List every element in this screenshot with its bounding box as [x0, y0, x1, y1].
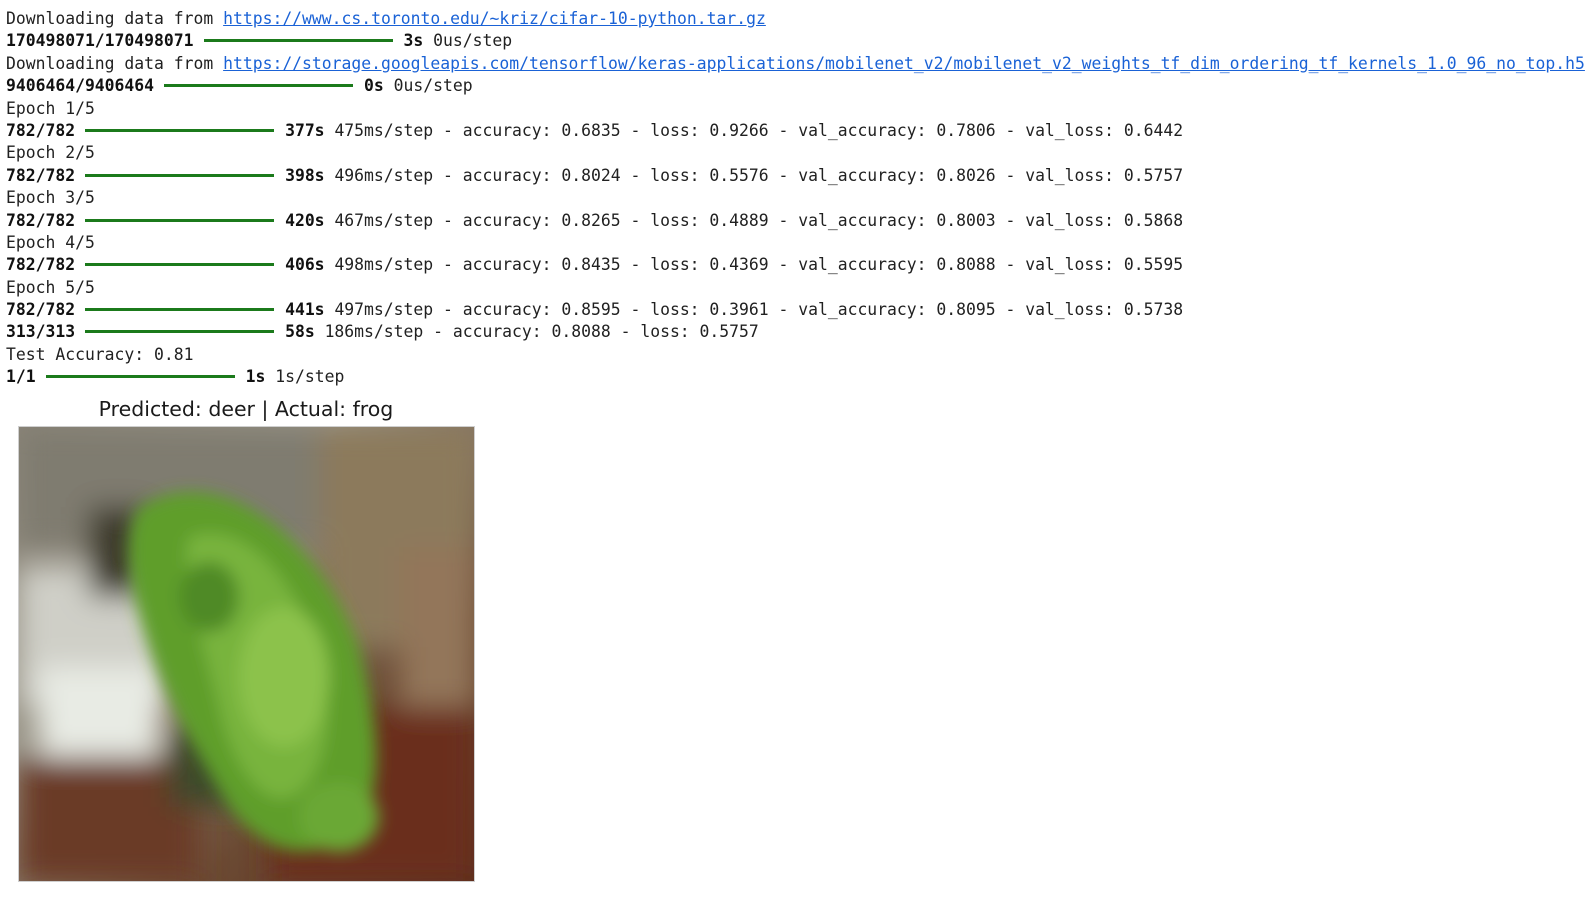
progress-count: 782/782	[6, 120, 76, 140]
progress-metrics: 186ms/step - accuracy: 0.8088 - loss: 0.…	[324, 322, 759, 342]
progress-time: 420s	[285, 210, 325, 230]
cifar-download-link[interactable]: https://www.cs.toronto.edu/~kriz/cifar-1…	[223, 9, 766, 28]
progress-bar	[203, 39, 393, 43]
progress-count: 782/782	[6, 255, 76, 275]
progress-time: 441s	[285, 300, 325, 320]
progress-bar	[85, 218, 275, 222]
progress-metrics: 496ms/step - accuracy: 0.8024 - loss: 0.…	[334, 165, 1184, 185]
progress-rest: 0us/step	[393, 76, 473, 96]
epoch-progress-line: 782/782 420s 467ms/step - accuracy: 0.826…	[6, 210, 1586, 232]
progress-metrics: 475ms/step - accuracy: 0.6835 - loss: 0.…	[334, 120, 1184, 140]
progress-time: 377s	[285, 120, 325, 140]
progress-bar	[45, 375, 235, 379]
progress-time: 0s	[364, 76, 384, 96]
progress-rest: 1s/step	[275, 367, 345, 387]
progress-count: 313/313	[6, 322, 76, 342]
progress-metrics: 467ms/step - accuracy: 0.8265 - loss: 0.…	[334, 210, 1184, 230]
epoch-progress-line: 782/782 406s 498ms/step - accuracy: 0.843…	[6, 254, 1586, 276]
epoch-header: Epoch 5/5	[6, 277, 95, 297]
progress-count: 170498071/170498071	[6, 31, 194, 51]
epoch-progress-line: 782/782 398s 496ms/step - accuracy: 0.802…	[6, 165, 1586, 187]
progress-bar	[85, 308, 275, 312]
progress-bar	[85, 128, 275, 132]
progress-bar	[85, 330, 275, 334]
download-prefix: Downloading data from	[6, 53, 224, 73]
epoch-header: Epoch 4/5	[6, 232, 95, 252]
epoch-progress-line: 782/782 441s 497ms/step - accuracy: 0.859…	[6, 299, 1586, 321]
progress-metrics: 498ms/step - accuracy: 0.8435 - loss: 0.…	[334, 255, 1184, 275]
progress-time: 3s	[403, 31, 424, 51]
epoch-header: Epoch 1/5	[6, 98, 95, 118]
progress-bar	[85, 173, 275, 177]
predict-progress-line: 1/1 1s 1s/step	[6, 366, 1586, 388]
progress-time: 406s	[285, 255, 325, 275]
mobilenet-download-link[interactable]: https://storage.googleapis.com/tensorflo…	[223, 54, 1585, 73]
progress-line-mobilenet: 9406464/9406464 0s 0us/step	[6, 75, 1586, 97]
progress-metrics: 497ms/step - accuracy: 0.8595 - loss: 0.…	[334, 300, 1184, 320]
epoch-header: Epoch 3/5	[6, 188, 95, 208]
test-accuracy-line: Test Accuracy: 0.81	[6, 344, 194, 364]
figure-title: Predicted: deer | Actual: frog	[98, 397, 394, 421]
evaluate-progress-line: 313/313 58s 186ms/step - accuracy: 0.8088…	[6, 321, 1586, 343]
progress-time: 58s	[285, 322, 315, 342]
progress-rest: 0us/step	[433, 31, 513, 51]
progress-time: 398s	[285, 165, 325, 185]
download-line-cifar: Downloading data from https://www.cs.tor…	[6, 8, 1586, 30]
progress-line-cifar: 170498071/170498071 3s 0us/step	[6, 30, 1586, 52]
progress-bar	[85, 263, 275, 267]
progress-count: 9406464/9406464	[6, 76, 155, 96]
epoch-progress-line: 782/782 377s 475ms/step - accuracy: 0.683…	[6, 120, 1586, 142]
download-line-mobilenet: Downloading data from https://storage.go…	[6, 53, 1586, 75]
progress-count: 1/1	[6, 367, 36, 387]
progress-bar	[164, 84, 354, 88]
progress-count: 782/782	[6, 300, 76, 320]
epoch-header: Epoch 2/5	[6, 143, 95, 163]
frog-image	[18, 426, 475, 882]
download-prefix: Downloading data from	[6, 9, 224, 28]
progress-time: 1s	[245, 367, 266, 387]
frog-picture	[19, 427, 474, 881]
progress-count: 782/782	[6, 210, 76, 230]
cell-output: Downloading data from https://www.cs.tor…	[6, 8, 1586, 389]
progress-count: 782/782	[6, 165, 76, 185]
